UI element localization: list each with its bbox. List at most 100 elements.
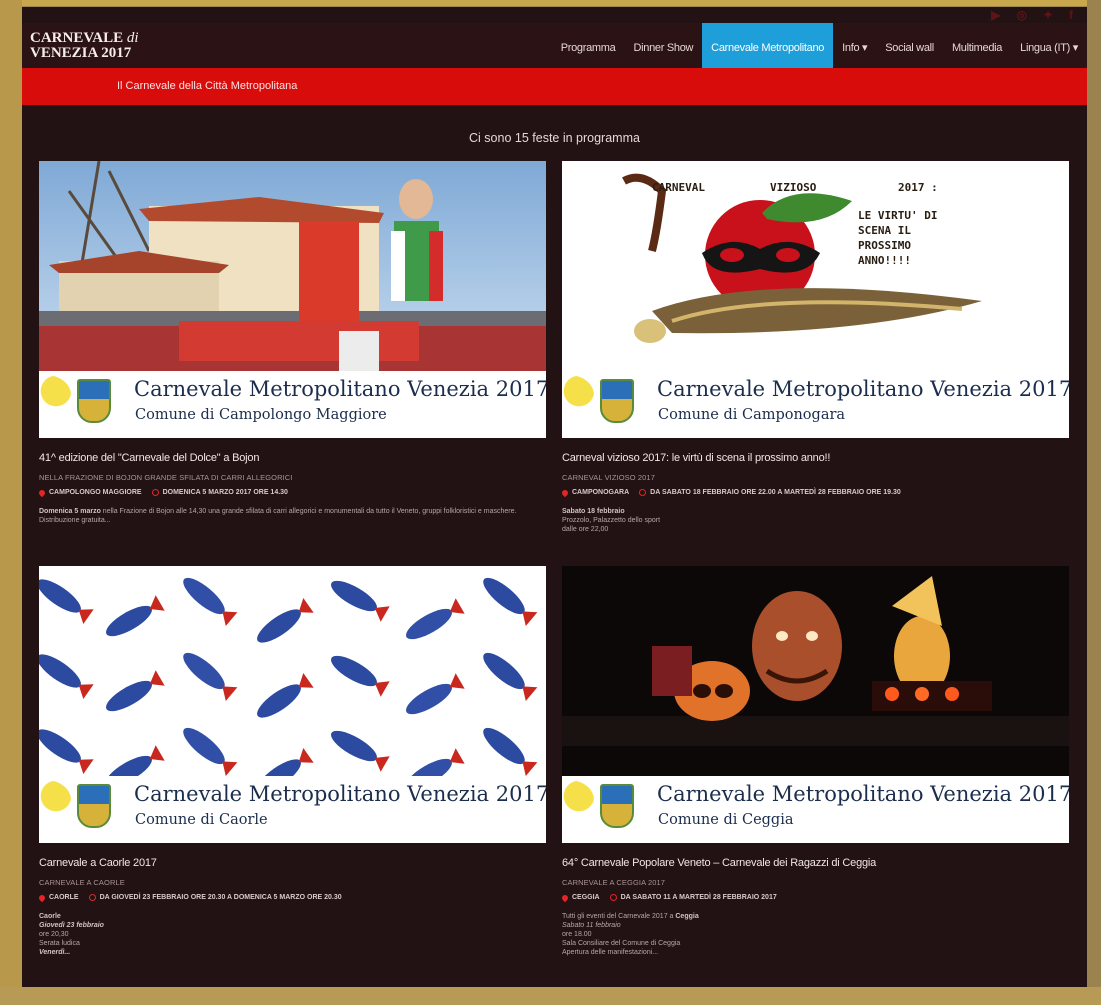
header: CARNEVALE di VENEZIA 2017 Programma Dinn… <box>22 23 1087 68</box>
instagram-icon[interactable]: ◎ <box>1016 8 1026 22</box>
event-date: DA GIOVEDÌ 23 FEBBRAIO ORE 20.30 A DOMEN… <box>99 894 342 901</box>
event-count: Ci sono 15 feste in programma <box>469 131 640 145</box>
youtube-icon[interactable]: ▶ <box>991 8 1000 22</box>
poster-illustration: CARNEVAL VIZIOSO 2017 : LE VIRTU' DI SCE… <box>562 161 1069 371</box>
desc-intro: Tutti gli eventi del Carnevale 2017 a <box>562 913 676 920</box>
desc-text: nella Frazione di Bojon alle 14,30 una g… <box>39 508 517 524</box>
nav-info[interactable]: Info ▾ <box>833 23 876 68</box>
banner-comune: Comune di Ceggia <box>658 812 794 828</box>
comune-crest-icon <box>600 379 634 423</box>
clock-icon <box>151 489 159 496</box>
event-image[interactable]: Carnevale Metropolitano Venezia 2017 Com… <box>39 566 546 843</box>
page: ▶ ◎ ✦ f CARNEVALE di VENEZIA 2017 Progra… <box>22 7 1087 987</box>
event-date: DA SABATO 11 A MARTEDÌ 28 FEBBRAIO 2017 <box>620 894 777 901</box>
desc-line: Giovedì 23 febbraio <box>39 922 104 929</box>
location-pin-icon <box>560 893 570 902</box>
event-date: DA SABATO 18 FEBBRAIO ORE 22.00 A MARTED… <box>650 489 901 496</box>
nav-social-wall[interactable]: Social wall <box>876 23 943 68</box>
desc-line: Prozzolo, Palazzetto dello sport <box>562 517 661 524</box>
banner-comune: Comune di Caorle <box>135 812 268 828</box>
desc-bold: Ceggia <box>675 913 699 920</box>
banner-comune: Comune di Camponogara <box>658 407 846 423</box>
event-banner: Carnevale Metropolitano Venezia 2017 Com… <box>39 371 546 438</box>
location-pin-icon <box>37 893 47 902</box>
nav-lingua[interactable]: Lingua (IT) ▾ <box>1011 23 1087 68</box>
event-title[interactable]: Carneval vizioso 2017: le virtù di scena… <box>562 452 1069 464</box>
desc-line: Sala Consiliare del Comune di Ceggia <box>562 940 681 947</box>
event-title[interactable]: Carnevale a Caorle 2017 <box>39 857 546 869</box>
site-logo[interactable]: CARNEVALE di VENEZIA 2017 <box>30 31 139 61</box>
event-subtitle: NELLA FRAZIONE DI BOJON GRANDE SFILATA D… <box>39 473 293 482</box>
twitter-icon[interactable]: ✦ <box>1043 8 1053 22</box>
banner-title: Carnevale Metropolitano Venezia 2017 <box>657 377 1069 401</box>
event-location: CEGGIA <box>572 894 600 901</box>
event-card[interactable]: Carnevale Metropolitano Venezia 2017 Com… <box>560 566 1069 956</box>
swoosh-graphic <box>562 375 594 415</box>
nav-dinner-show[interactable]: Dinner Show <box>624 23 702 68</box>
event-meta: CAORLE DA GIOVEDÌ 23 FEBBRAIO ORE 20.30 … <box>37 893 342 902</box>
banner-title: Carnevale Metropolitano Venezia 2017 <box>134 377 546 401</box>
poster-word-1: CARNEVAL <box>652 181 705 194</box>
comune-crest-icon <box>600 784 634 828</box>
logo-di: di <box>126 30 139 46</box>
desc-bold: Sabato 18 febbraio <box>562 508 625 515</box>
event-image[interactable]: Carnevale Metropolitano Venezia 2017 Com… <box>39 161 546 438</box>
nav-programma[interactable]: Programma <box>552 23 625 68</box>
logo-line1: CARNEVALE <box>30 30 124 46</box>
clock-icon <box>609 894 617 901</box>
event-meta: CEGGIA DA SABATO 11 A MARTEDÌ 28 FEBBRAI… <box>560 893 777 902</box>
banner-title: Carnevale Metropolitano Venezia 2017 <box>657 782 1069 806</box>
event-title[interactable]: 41^ edizione del "Carnevale del Dolce" a… <box>39 452 546 464</box>
event-location: CAMPONOGARA <box>572 489 630 496</box>
night-float-photo <box>562 566 1069 776</box>
event-subtitle: CARNEVAL VIZIOSO 2017 <box>562 473 655 482</box>
desc-bold: Domenica 5 marzo <box>39 508 101 515</box>
swoosh-graphic <box>39 780 71 820</box>
nav-multimedia[interactable]: Multimedia <box>943 23 1011 68</box>
facebook-icon[interactable]: f <box>1069 8 1073 22</box>
event-banner: Carnevale Metropolitano Venezia 2017 Com… <box>562 776 1069 843</box>
desc-line: ore 18.00 <box>562 931 592 938</box>
poster-word-3: 2017 : <box>898 181 938 194</box>
poster-word-5: SCENA IL <box>858 224 911 237</box>
comune-crest-icon <box>77 379 111 423</box>
desc-line: Sabato 11 febbraio <box>562 922 621 929</box>
poster-word-7: ANNO!!!! <box>858 254 911 267</box>
event-meta: CAMPOLONGO MAGGIORE DOMENICA 5 MARZO 201… <box>37 488 288 497</box>
main-nav: Programma Dinner Show Carnevale Metropol… <box>552 23 1087 68</box>
section-bar: Il Carnevale della Città Metropolitana <box>22 68 1087 105</box>
frame-left <box>0 0 22 1005</box>
event-description: Sabato 18 febbraio Prozzolo, Palazzetto … <box>562 507 1069 534</box>
event-description: Caorle Giovedì 23 febbraio ore 20,30 Ser… <box>39 912 546 957</box>
nav-carnevale-metropolitano[interactable]: Carnevale Metropolitano <box>702 23 834 68</box>
event-card[interactable]: Carnevale Metropolitano Venezia 2017 Com… <box>37 161 546 524</box>
poster-word-4: LE VIRTU' DI <box>858 209 937 222</box>
event-date: DOMENICA 5 MARZO 2017 ORE 14.30 <box>162 489 288 496</box>
event-card[interactable]: Carnevale Metropolitano Venezia 2017 Com… <box>37 566 546 956</box>
event-banner: Carnevale Metropolitano Venezia 2017 Com… <box>562 371 1069 438</box>
location-pin-icon <box>37 488 47 497</box>
event-card[interactable]: CARNEVAL VIZIOSO 2017 : LE VIRTU' DI SCE… <box>560 161 1069 533</box>
event-location: CAORLE <box>49 894 79 901</box>
event-meta: CAMPONOGARA DA SABATO 18 FEBBRAIO ORE 22… <box>560 488 901 497</box>
desc-line: dalle ore 22,00 <box>562 526 609 533</box>
desc-line: Apertura delle manifestazioni... <box>562 949 659 956</box>
clock-icon <box>88 894 96 901</box>
location-pin-icon <box>560 488 570 497</box>
frame-right <box>1087 0 1101 1005</box>
desc-bold: Caorle <box>39 913 61 920</box>
frame-bottom <box>0 987 1101 1005</box>
event-location: CAMPOLONGO MAGGIORE <box>49 489 142 496</box>
event-title[interactable]: 64° Carnevale Popolare Veneto – Carneval… <box>562 857 1069 869</box>
event-image[interactable]: Carnevale Metropolitano Venezia 2017 Com… <box>562 566 1069 843</box>
event-banner: Carnevale Metropolitano Venezia 2017 Com… <box>39 776 546 843</box>
poster-word-6: PROSSIMO <box>858 239 911 252</box>
desc-line: Venerdì... <box>39 949 71 956</box>
social-links: ▶ ◎ ✦ f <box>991 7 1073 23</box>
event-image[interactable]: CARNEVAL VIZIOSO 2017 : LE VIRTU' DI SCE… <box>562 161 1069 438</box>
parade-photo <box>39 161 546 371</box>
comune-crest-icon <box>77 784 111 828</box>
banner-title: Carnevale Metropolitano Venezia 2017 <box>134 782 546 806</box>
clock-icon <box>639 489 647 496</box>
event-subtitle: CARNEVALE A CAORLE <box>39 878 125 887</box>
